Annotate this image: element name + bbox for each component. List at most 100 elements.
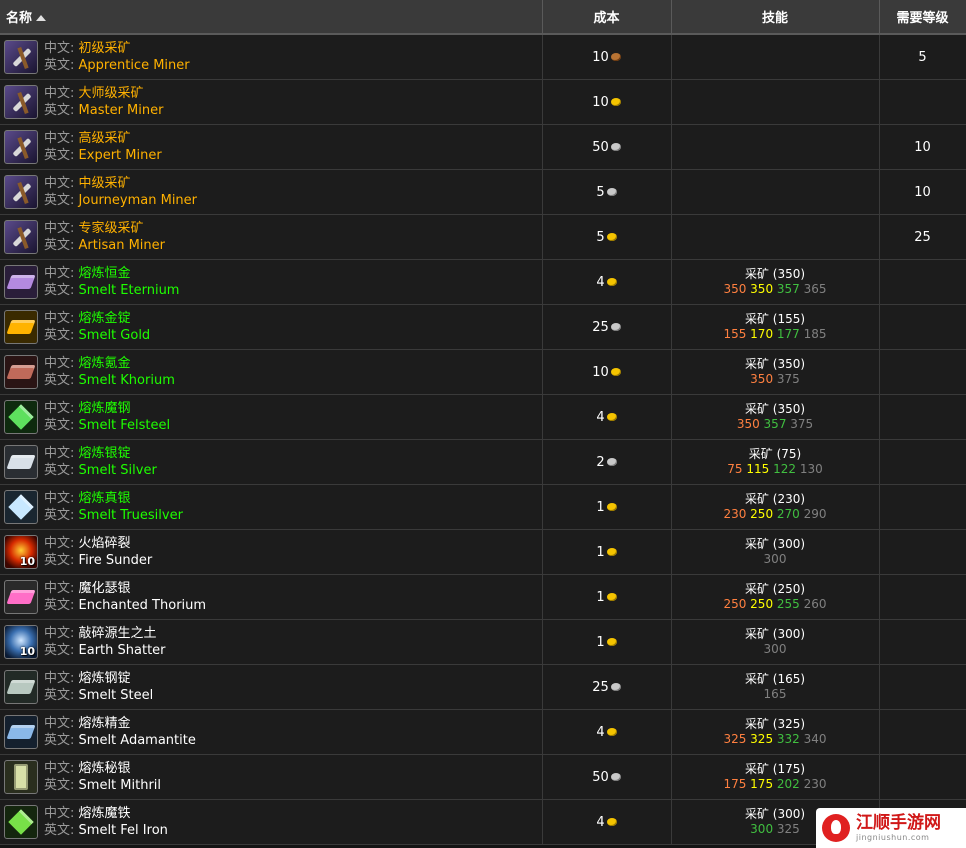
label-cn: 中文: bbox=[44, 671, 75, 686]
spell-name-cn[interactable]: 初级采矿 bbox=[79, 41, 131, 56]
pickaxe-icon[interactable] bbox=[4, 40, 38, 74]
pickaxe-icon[interactable] bbox=[4, 85, 38, 119]
skill-rank-4: 260 bbox=[803, 597, 827, 611]
table-row[interactable]: 中文: 魔化瑟银 英文: Enchanted Thorium 1 采矿 (250… bbox=[0, 574, 966, 620]
spell-name-cn[interactable]: 中级采矿 bbox=[79, 176, 131, 191]
table-row[interactable]: 中文: 熔炼金锭 英文: Smelt Gold 25 采矿 (155) 155 1… bbox=[0, 304, 966, 350]
spell-name-cn[interactable]: 火焰碎裂 bbox=[79, 536, 131, 551]
skill-rank-3: 332 bbox=[776, 732, 800, 746]
fel-iron-bar-icon[interactable] bbox=[4, 805, 38, 839]
spell-name-en[interactable]: Smelt Khorium bbox=[79, 373, 175, 388]
sort-ascending-icon[interactable] bbox=[36, 15, 47, 21]
spell-name-cn[interactable]: 熔炼魔铁 bbox=[79, 806, 131, 821]
spell-name-cn[interactable]: 高级采矿 bbox=[79, 131, 131, 146]
stack-count: 10 bbox=[19, 555, 35, 568]
table-row[interactable]: 中文: 大师级采矿 英文: Master Miner 10 bbox=[0, 79, 966, 125]
spell-name-cn[interactable]: 魔化瑟银 bbox=[79, 581, 131, 596]
spell-name-en[interactable]: Expert Miner bbox=[79, 148, 162, 163]
spell-name-en[interactable]: Master Miner bbox=[79, 103, 164, 118]
table-row[interactable]: 中文: 熔炼魔钢 英文: Smelt Felsteel 4 采矿 (350) 35… bbox=[0, 394, 966, 440]
table-row[interactable]: 中文: 熔炼氪金 英文: Smelt Khorium 10 采矿 (350) 35… bbox=[0, 349, 966, 395]
earth-shatter-icon[interactable]: 10 bbox=[4, 625, 38, 659]
skill-cell bbox=[671, 34, 880, 80]
cost-cell: 25 bbox=[542, 664, 672, 710]
skill-rank-4: 325 bbox=[776, 822, 800, 836]
spell-name-en[interactable]: Smelt Silver bbox=[79, 463, 157, 478]
column-header-name[interactable]: 名称 bbox=[0, 0, 543, 35]
spell-name-en[interactable]: Earth Shatter bbox=[79, 643, 166, 658]
table-row[interactable]: 中文: 初级采矿 英文: Apprentice Miner 10 5 bbox=[0, 34, 966, 80]
spell-name-cn[interactable]: 熔炼真银 bbox=[79, 491, 131, 506]
level-cell bbox=[879, 79, 966, 125]
gold-bar-icon[interactable] bbox=[4, 310, 38, 344]
spell-name-cn[interactable]: 熔炼秘银 bbox=[79, 761, 131, 776]
table-row[interactable]: 10 中文: 火焰碎裂 英文: Fire Sunder 1 采矿 (300) 30… bbox=[0, 529, 966, 575]
table-row[interactable]: 中文: 熔炼精金 英文: Smelt Adamantite 4 采矿 (325)… bbox=[0, 709, 966, 755]
table-row[interactable]: 中文: 中级采矿 英文: Journeyman Miner 5 10 bbox=[0, 169, 966, 215]
spell-name-cn[interactable]: 熔炼银锭 bbox=[79, 446, 131, 461]
spell-name-cn[interactable]: 熔炼魔钢 bbox=[79, 401, 131, 416]
spell-name-cn[interactable]: 熔炼氪金 bbox=[79, 356, 131, 371]
table-row[interactable]: 中文: 高级采矿 英文: Expert Miner 50 10 bbox=[0, 124, 966, 170]
skill-required: (75) bbox=[776, 447, 802, 461]
name-cell: 中文: 熔炼恒金 英文: Smelt Eternium bbox=[0, 259, 543, 305]
spell-name-en[interactable]: Smelt Adamantite bbox=[79, 733, 196, 748]
table-row[interactable]: 中文: 专家级采矿 英文: Artisan Miner 5 25 bbox=[0, 214, 966, 260]
pickaxe-icon[interactable] bbox=[4, 130, 38, 164]
skill-cell: 采矿 (350) 350 350 357 365 bbox=[671, 259, 880, 305]
truesilver-bar-icon[interactable] bbox=[4, 490, 38, 524]
skill-rank-2: 325 bbox=[750, 732, 774, 746]
spell-name-cn[interactable]: 敲碎源生之土 bbox=[79, 626, 157, 641]
silver-bar-icon[interactable] bbox=[4, 445, 38, 479]
spell-name-cn[interactable]: 熔炼精金 bbox=[79, 716, 131, 731]
spell-name-en[interactable]: Journeyman Miner bbox=[79, 193, 198, 208]
gold-coin-icon bbox=[606, 412, 617, 421]
mithril-bar-icon[interactable] bbox=[4, 760, 38, 794]
silver-coin-icon bbox=[610, 322, 621, 331]
table-row[interactable]: 中文: 熔炼真银 英文: Smelt Truesilver 1 采矿 (230)… bbox=[0, 484, 966, 530]
table-row[interactable]: 10 中文: 敲碎源生之土 英文: Earth Shatter 1 采矿 (30… bbox=[0, 619, 966, 665]
felsteel-bar-icon[interactable] bbox=[4, 400, 38, 434]
eternium-bar-icon[interactable] bbox=[4, 265, 38, 299]
pickaxe-icon[interactable] bbox=[4, 175, 38, 209]
column-header-cost[interactable]: 成本 bbox=[542, 0, 672, 35]
spell-name-en[interactable]: Smelt Eternium bbox=[79, 283, 180, 298]
spell-name-cn[interactable]: 熔炼钢锭 bbox=[79, 671, 131, 686]
enchanted-thorium-icon[interactable] bbox=[4, 580, 38, 614]
skill-cell: 采矿 (155) 155 170 177 185 bbox=[671, 304, 880, 350]
spell-name-cn[interactable]: 大师级采矿 bbox=[79, 86, 144, 101]
spell-name-en[interactable]: Smelt Steel bbox=[79, 688, 154, 703]
spell-name-en[interactable]: Smelt Mithril bbox=[79, 778, 162, 793]
table-row[interactable]: 中文: 熔炼秘银 英文: Smelt Mithril 50 采矿 (175) 17… bbox=[0, 754, 966, 800]
steel-bar-icon[interactable] bbox=[4, 670, 38, 704]
spell-name-en[interactable]: Smelt Truesilver bbox=[79, 508, 183, 523]
skill-rank-1: 325 bbox=[723, 732, 747, 746]
spell-name-en[interactable]: Smelt Gold bbox=[79, 328, 151, 343]
name-cell: 中文: 魔化瑟银 英文: Enchanted Thorium bbox=[0, 574, 543, 620]
cost-cell: 50 bbox=[542, 124, 672, 170]
skill-rank-3: 122 bbox=[773, 462, 796, 476]
column-header-level[interactable]: 需要等级 bbox=[879, 0, 966, 35]
table-row[interactable]: 中文: 熔炼钢锭 英文: Smelt Steel 25 采矿 (165) 165 bbox=[0, 664, 966, 710]
column-header-skill[interactable]: 技能 bbox=[671, 0, 880, 35]
spell-name-en[interactable]: Fire Sunder bbox=[79, 553, 153, 568]
spell-name-en[interactable]: Artisan Miner bbox=[79, 238, 165, 253]
adamantite-bar-icon[interactable] bbox=[4, 715, 38, 749]
table-row[interactable]: 中文: 熔炼恒金 英文: Smelt Eternium 4 采矿 (350) 35… bbox=[0, 259, 966, 305]
fire-sunder-icon[interactable]: 10 bbox=[4, 535, 38, 569]
spell-name-en[interactable]: Smelt Fel Iron bbox=[79, 823, 168, 838]
table-row[interactable]: 中文: 熔炼银锭 英文: Smelt Silver 2 采矿 (75) 75 11… bbox=[0, 439, 966, 485]
spell-name-en[interactable]: Enchanted Thorium bbox=[79, 598, 207, 613]
spell-name-en[interactable]: Smelt Felsteel bbox=[79, 418, 171, 433]
cost-value: 4 bbox=[596, 274, 605, 290]
skill-cell bbox=[671, 214, 880, 260]
cost-cell: 10 bbox=[542, 34, 672, 80]
spell-name-cn[interactable]: 熔炼恒金 bbox=[79, 266, 131, 281]
pickaxe-icon[interactable] bbox=[4, 220, 38, 254]
spell-name-cn[interactable]: 专家级采矿 bbox=[79, 221, 144, 236]
spell-name-cn[interactable]: 熔炼金锭 bbox=[79, 311, 131, 326]
skill-required: (350) bbox=[772, 267, 806, 281]
skill-rank-4: 130 bbox=[799, 462, 823, 476]
spell-name-en[interactable]: Apprentice Miner bbox=[79, 58, 190, 73]
khorium-bar-icon[interactable] bbox=[4, 355, 38, 389]
